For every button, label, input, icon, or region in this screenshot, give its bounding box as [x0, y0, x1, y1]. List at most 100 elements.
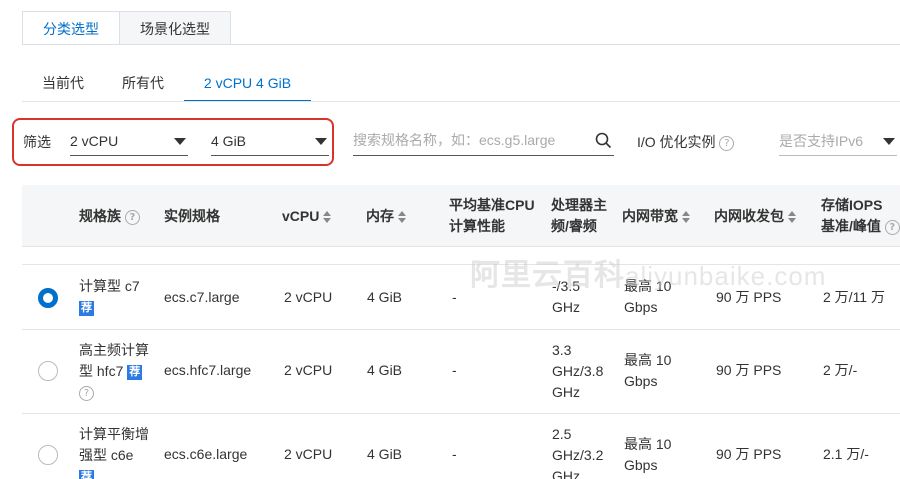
- table-row[interactable]: 高主频计算 型 hfc7 荐 ? ecs.hfc7.large 2 vCPU 4…: [22, 330, 900, 414]
- row-vcpu: 2 vCPU: [284, 362, 333, 378]
- row-frequency-line2: GHz: [552, 299, 580, 315]
- header-cpu-frequency: 处理器主 频/睿频: [551, 195, 607, 237]
- sort-icon[interactable]: [682, 211, 690, 224]
- sort-icon[interactable]: [323, 211, 332, 224]
- search-icon[interactable]: [595, 132, 612, 152]
- row-frequency-line3: GHz: [552, 384, 580, 400]
- help-icon[interactable]: ?: [719, 135, 735, 151]
- top-tabs: 分类选型 场景化选型: [22, 11, 231, 45]
- io-optimized-filter[interactable]: I/O 优化实例 ?: [637, 132, 735, 152]
- row-frequency: 2.5 GHz/3.2 GHz: [552, 424, 603, 479]
- table-row[interactable]: 计算平衡增 强型 c6e 荐 ecs.c6e.large 2 vCPU 4 Gi…: [22, 414, 900, 479]
- header-iops-line2: 基准/峰值 ?: [821, 216, 900, 237]
- memory-select[interactable]: 4 GiB: [211, 126, 329, 156]
- header-pps[interactable]: 内网收发包: [714, 206, 796, 227]
- header-cpu-frequency-line1: 处理器主: [551, 197, 607, 213]
- row-memory: 4 GiB: [367, 362, 403, 378]
- memory-select-value: 4 GiB: [211, 133, 247, 149]
- vcpu-select-value: 2 vCPU: [70, 133, 119, 149]
- header-memory[interactable]: 内存: [366, 206, 406, 227]
- row-spec: ecs.c6e.large: [164, 446, 248, 462]
- row-spec: ecs.c7.large: [164, 289, 240, 305]
- ipv6-select-placeholder: 是否支持IPv6: [779, 133, 864, 149]
- filter-label: 筛选: [23, 134, 51, 150]
- io-optimized-label: I/O 优化实例: [637, 134, 716, 150]
- caret-down-icon: [315, 138, 327, 145]
- row-bandwidth-line2: Gbps: [624, 299, 658, 315]
- sort-icon[interactable]: [788, 211, 796, 224]
- row-baseline: -: [452, 446, 457, 462]
- row-frequency-line2: GHz/3.8: [552, 363, 604, 379]
- table-header: 规格族 ? 实例规格 vCPU 内存 平均基准CPU 计算性能 处理器主 频/睿…: [22, 185, 900, 247]
- header-vcpu-label: vCPU: [282, 208, 320, 224]
- header-baseline-line2: 计算性能: [449, 218, 505, 234]
- help-icon[interactable]: ?: [124, 209, 140, 225]
- row-family: 计算型 c7 荐: [79, 276, 140, 318]
- tab-scenario-select[interactable]: 场景化选型: [120, 11, 231, 45]
- header-cpu-frequency-line2: 频/睿频: [551, 218, 597, 234]
- tab-category-select[interactable]: 分类选型: [22, 11, 120, 45]
- row-family: 高主频计算 型 hfc7 荐 ?: [79, 340, 149, 403]
- header-pps-label: 内网收发包: [714, 208, 784, 224]
- help-icon[interactable]: ?: [884, 219, 900, 235]
- tab-2vcpu-4gib[interactable]: 2 vCPU 4 GiB: [184, 64, 311, 102]
- header-vcpu[interactable]: vCPU: [282, 206, 332, 227]
- header-bandwidth-label: 内网带宽: [622, 208, 678, 224]
- recommended-badge: 荐: [79, 469, 94, 479]
- sort-icon[interactable]: [398, 211, 406, 224]
- caret-down-icon: [174, 138, 186, 145]
- caret-down-icon: [883, 138, 895, 145]
- row-frequency: 3.3 GHz/3.8 GHz: [552, 340, 603, 403]
- header-spec: 实例规格: [164, 208, 220, 224]
- row-bandwidth-line2: Gbps: [624, 373, 658, 389]
- row-bandwidth: 最高 10 Gbps: [624, 434, 671, 476]
- row-pps: 90 万 PPS: [716, 289, 782, 305]
- ipv6-select[interactable]: 是否支持IPv6: [779, 126, 897, 156]
- row-pps: 90 万 PPS: [716, 362, 782, 378]
- row-pps: 90 万 PPS: [716, 446, 782, 462]
- header-iops-line1: 存储IOPS: [821, 197, 883, 213]
- row-vcpu: 2 vCPU: [284, 289, 333, 305]
- row-iops: 2.1 万/-: [823, 446, 869, 462]
- table-spacer-row: [22, 248, 900, 265]
- header-iops-label: 基准/峰值: [821, 218, 881, 234]
- row-iops: 2 万/-: [823, 362, 858, 378]
- header-baseline-line1: 平均基准CPU: [449, 197, 535, 213]
- row-iops: 2 万/11 万: [823, 289, 885, 305]
- vcpu-select[interactable]: 2 vCPU: [70, 126, 188, 156]
- row-radio[interactable]: [38, 361, 58, 381]
- row-baseline: -: [452, 289, 457, 305]
- row-bandwidth-line1: 最高 10: [624, 352, 672, 368]
- row-family-name-line2: 型 hfc7: [79, 363, 124, 379]
- header-family-label: 规格族: [79, 208, 121, 224]
- row-family-name: 计算型 c7: [79, 278, 140, 294]
- header-bandwidth[interactable]: 内网带宽: [622, 206, 690, 227]
- row-radio-selected[interactable]: [38, 288, 58, 308]
- row-frequency-line3: GHz: [552, 468, 580, 479]
- header-family: 规格族 ?: [79, 206, 140, 227]
- row-bandwidth-line1: 最高 10: [624, 278, 672, 294]
- spec-search-input[interactable]: [353, 126, 583, 154]
- table-row[interactable]: 计算型 c7 荐 ecs.c7.large 2 vCPU 4 GiB - -/3…: [22, 266, 900, 330]
- row-family-name-line1: 计算平衡增: [79, 426, 149, 442]
- top-tabs-divider: [22, 44, 900, 45]
- row-vcpu: 2 vCPU: [284, 446, 333, 462]
- row-memory: 4 GiB: [367, 289, 403, 305]
- row-baseline: -: [452, 362, 457, 378]
- row-frequency-line1: 3.3: [552, 342, 572, 358]
- row-frequency: -/3.5 GHz: [552, 276, 580, 318]
- header-baseline: 平均基准CPU 计算性能: [449, 195, 535, 237]
- recommended-badge: 荐: [79, 300, 94, 316]
- row-bandwidth-line2: Gbps: [624, 457, 658, 473]
- row-spec: ecs.hfc7.large: [164, 362, 252, 378]
- row-memory: 4 GiB: [367, 446, 403, 462]
- help-icon[interactable]: ?: [79, 385, 94, 401]
- row-frequency-line1: -/3.5: [552, 278, 581, 294]
- row-family-name-line1: 高主频计算: [79, 342, 149, 358]
- row-bandwidth-line1: 最高 10: [624, 436, 672, 452]
- tab-all-generations[interactable]: 所有代: [122, 64, 164, 102]
- row-radio[interactable]: [38, 445, 58, 465]
- spec-search-field: [353, 126, 614, 156]
- row-frequency-line2: GHz/3.2: [552, 447, 604, 463]
- tab-current-generation[interactable]: 当前代: [42, 64, 84, 102]
